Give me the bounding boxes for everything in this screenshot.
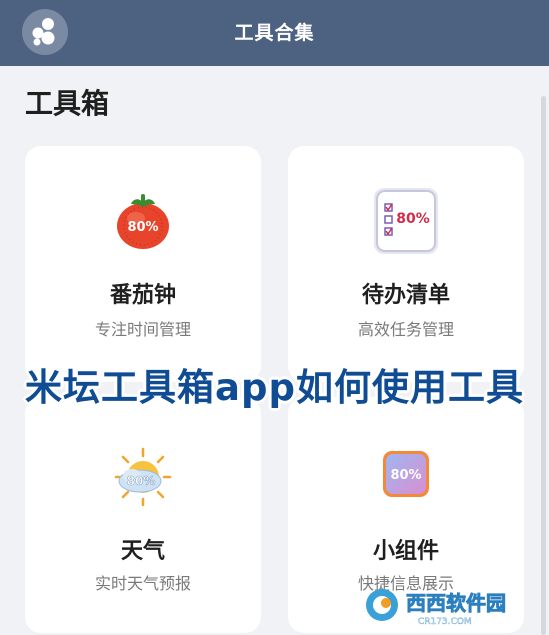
todo-badge: 80% — [396, 211, 430, 227]
card-desc: 实时天气预报 — [94, 574, 191, 593]
tomato-timer-icon: 80% — [108, 186, 178, 256]
todo-list-icon: 80% — [371, 186, 441, 256]
watermark-text: 西西软件园 — [406, 591, 506, 615]
section-title: 工具箱 — [25, 87, 110, 120]
watermark-subtext: CR173.COM — [418, 617, 472, 627]
card-name: 天气 — [120, 539, 165, 564]
card-name: 小组件 — [372, 539, 439, 564]
widget-icon: 80% — [371, 443, 441, 513]
widget-badge: 80% — [390, 468, 421, 483]
weather-icon: 80% — [108, 443, 178, 513]
tool-card-weather[interactable]: 80% 天气 实时天气预报 — [25, 397, 261, 633]
app-header: 工具合集 — [0, 0, 549, 66]
tomato-badge: 80% — [127, 220, 158, 235]
tool-card-tomato[interactable]: 80% 番茄钟 专注时间管理 — [25, 146, 261, 382]
card-desc: 高效任务管理 — [357, 320, 454, 339]
watermark-logo: 西西软件园 CR173.COM — [360, 583, 540, 627]
weather-badge: 80% — [127, 474, 156, 488]
card-name: 待办清单 — [361, 283, 450, 308]
card-desc: 专注时间管理 — [94, 320, 191, 339]
card-name: 番茄钟 — [109, 283, 176, 308]
header-title: 工具合集 — [234, 22, 315, 44]
tool-card-todo[interactable]: 80% 待办清单 高效任务管理 — [288, 146, 524, 382]
overlay-caption: 米坛工具箱app如何使用工具 — [25, 366, 524, 409]
